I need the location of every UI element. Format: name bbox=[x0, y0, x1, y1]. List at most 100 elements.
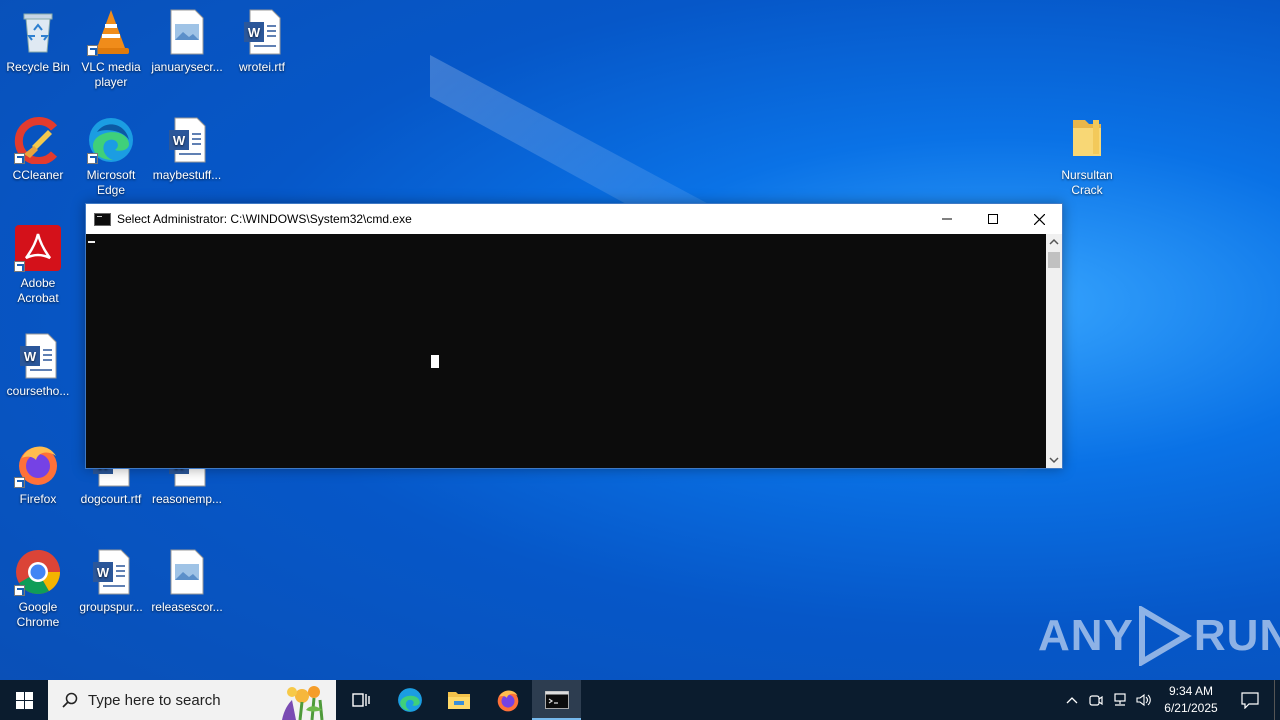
firefox-icon bbox=[14, 440, 62, 488]
action-center-button[interactable] bbox=[1226, 680, 1274, 720]
watermark-right-text: RUN bbox=[1193, 611, 1280, 660]
desktop-icon-groupspur[interactable]: W groupspur... bbox=[73, 548, 149, 615]
desktop-icon-label: Nursultan Crack bbox=[1061, 168, 1113, 197]
window-titlebar[interactable]: Select Administrator: C:\WINDOWS\System3… bbox=[86, 204, 1062, 234]
desktop-icon-januarysecr[interactable]: januarysecr... bbox=[149, 8, 225, 75]
window-title: Select Administrator: C:\WINDOWS\System3… bbox=[117, 212, 412, 226]
word-doc-icon: W bbox=[14, 332, 62, 380]
folder-icon bbox=[1063, 116, 1111, 164]
start-button[interactable] bbox=[0, 680, 48, 720]
desktop-icon-label: dogcourt.rtf bbox=[80, 492, 142, 506]
file-explorer-icon bbox=[447, 692, 470, 709]
cmd-window[interactable]: Select Administrator: C:\WINDOWS\System3… bbox=[85, 203, 1063, 469]
desktop-icon-wrotei[interactable]: W wrotei.rtf bbox=[224, 8, 300, 75]
recycle-bin-icon bbox=[14, 8, 62, 56]
svg-text:W: W bbox=[24, 349, 37, 364]
desktop-icon-releasescor[interactable]: releasescor... bbox=[149, 548, 225, 615]
maximize-icon bbox=[988, 214, 998, 224]
desktop-icon-vlc[interactable]: VLC media player bbox=[73, 8, 149, 90]
desktop-icon-label: Microsoft Edge bbox=[86, 168, 136, 197]
taskbar-firefox-button[interactable] bbox=[483, 680, 532, 720]
scroll-up-arrow-icon[interactable] bbox=[1049, 237, 1059, 247]
meet-now-icon bbox=[1089, 695, 1103, 706]
show-hidden-icons-button[interactable] bbox=[1060, 680, 1084, 720]
edge-icon bbox=[397, 688, 422, 712]
tray-app-icon[interactable] bbox=[1084, 680, 1108, 720]
vertical-scrollbar[interactable] bbox=[1046, 234, 1062, 468]
desktop-icon-label: releasescor... bbox=[151, 600, 223, 614]
cmd-app-icon bbox=[94, 212, 111, 226]
anyrun-watermark: ANY RUN bbox=[1038, 606, 1280, 666]
play-icon bbox=[1138, 606, 1192, 666]
scroll-down-arrow-icon[interactable] bbox=[1049, 455, 1059, 465]
desktop-icon-adobe-acrobat[interactable]: Adobe Acrobat bbox=[0, 224, 76, 306]
chevron-up-icon bbox=[1066, 697, 1078, 704]
svg-text:W: W bbox=[248, 25, 261, 40]
ccleaner-icon bbox=[14, 116, 62, 165]
taskbar-edge-button[interactable] bbox=[385, 680, 434, 720]
shortcut-arrow-icon bbox=[87, 153, 98, 164]
network-button[interactable] bbox=[1108, 680, 1132, 720]
acrobat-icon bbox=[14, 224, 62, 272]
desktop-icon-maybestuff[interactable]: W maybestuff... bbox=[149, 116, 225, 183]
desktop-icon-label: groupspur... bbox=[79, 600, 143, 614]
close-icon bbox=[1033, 213, 1045, 225]
desktop-icon-label: Firefox bbox=[19, 492, 57, 506]
image-file-icon bbox=[163, 8, 211, 56]
cmd-icon bbox=[544, 691, 569, 709]
desktop-icon-coursetho[interactable]: W coursetho... bbox=[0, 332, 76, 399]
desktop-icon-firefox[interactable]: Firefox bbox=[0, 440, 76, 507]
word-doc-icon: W bbox=[238, 8, 286, 56]
desktop-icon-label: VLC media player bbox=[81, 60, 141, 89]
taskbar-cmd-button[interactable] bbox=[532, 680, 581, 720]
desktop-icon-label: Google Chrome bbox=[16, 600, 60, 629]
task-view-button[interactable] bbox=[336, 680, 385, 720]
edge-icon bbox=[87, 116, 135, 164]
desktop-icon-label: Recycle Bin bbox=[6, 60, 70, 74]
shortcut-arrow-icon bbox=[14, 153, 25, 164]
taskbar-search-box[interactable]: Type here to search bbox=[48, 680, 336, 720]
desktop-icon-recycle-bin[interactable]: Recycle Bin bbox=[0, 8, 76, 75]
desktop-icon-google-chrome[interactable]: Google Chrome bbox=[0, 548, 76, 630]
desktop-icon-label: maybestuff... bbox=[152, 168, 222, 182]
search-icon bbox=[62, 692, 78, 708]
shortcut-arrow-icon bbox=[14, 477, 25, 488]
network-icon bbox=[1114, 693, 1126, 706]
firefox-icon bbox=[497, 690, 518, 712]
system-tray: 9:34 AM 6/21/2025 bbox=[1060, 680, 1280, 720]
desktop-icon-label: CCleaner bbox=[12, 168, 64, 182]
svg-text:W: W bbox=[173, 133, 186, 148]
desktop-icon-ccleaner[interactable]: CCleaner bbox=[0, 116, 76, 183]
speaker-icon bbox=[1136, 693, 1151, 707]
task-view-icon bbox=[351, 693, 370, 707]
console-output-area[interactable] bbox=[86, 234, 1046, 468]
close-button[interactable] bbox=[1016, 204, 1062, 234]
desktop-icon-microsoft-edge[interactable]: Microsoft Edge bbox=[73, 116, 149, 198]
clock-time: 9:34 AM bbox=[1168, 684, 1214, 698]
windows-logo-icon bbox=[15, 691, 33, 709]
shortcut-arrow-icon bbox=[14, 261, 25, 272]
shortcut-arrow-icon bbox=[87, 45, 98, 56]
clock-date: 6/21/2025 bbox=[1164, 701, 1218, 715]
mouse-text-cursor bbox=[431, 355, 439, 368]
svg-text:W: W bbox=[97, 565, 110, 580]
minimize-icon bbox=[942, 218, 952, 220]
vlc-icon bbox=[87, 8, 135, 56]
desktop-icon-label: reasonemp... bbox=[151, 492, 223, 506]
desktop-icon-label: januarysecr... bbox=[151, 60, 223, 74]
chrome-icon bbox=[14, 548, 62, 596]
search-placeholder: Type here to search bbox=[88, 691, 221, 709]
maximize-button[interactable] bbox=[970, 204, 1016, 234]
minimize-button[interactable] bbox=[924, 204, 970, 234]
volume-button[interactable] bbox=[1132, 680, 1156, 720]
taskbar: Type here to search 9:34 AM 6/21/2025 bbox=[0, 680, 1280, 720]
desktop-icon-nursultan-crack[interactable]: Nursultan Crack bbox=[1049, 116, 1125, 198]
taskbar-clock[interactable]: 9:34 AM 6/21/2025 bbox=[1156, 683, 1226, 717]
taskbar-file-explorer-button[interactable] bbox=[434, 680, 483, 720]
show-desktop-button[interactable] bbox=[1274, 680, 1280, 720]
scrollbar-thumb[interactable] bbox=[1048, 252, 1060, 268]
desktop-icon-label: coursetho... bbox=[6, 384, 70, 398]
desktop-icon-label: wrotei.rtf bbox=[238, 60, 285, 74]
notification-icon bbox=[1241, 691, 1259, 709]
watermark-left-text: ANY bbox=[1038, 611, 1134, 660]
